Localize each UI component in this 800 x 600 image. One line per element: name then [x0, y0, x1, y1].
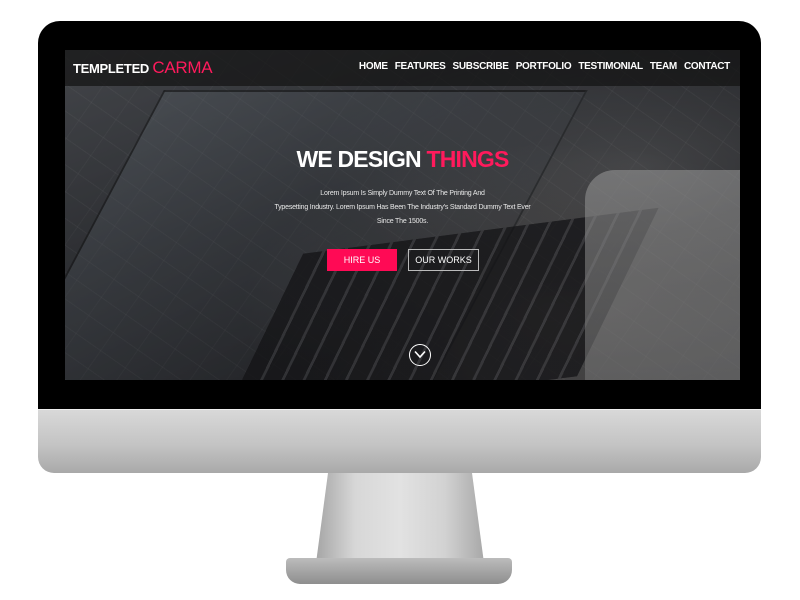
hero-description-line: Since The 1500s. [376, 218, 429, 225]
hire-us-button[interactable]: HIRE US [327, 249, 397, 271]
hero-description-line: Typesetting Industry. Lorem Ipsum Has Be… [274, 204, 531, 211]
nav-menu: HOME FEATURES SUBSCRIBE PORTFOLIO TESTIM… [359, 61, 730, 72]
our-works-button[interactable]: OUR WORKS [408, 249, 479, 271]
monitor-chin [38, 409, 761, 473]
monitor-stand-base [286, 558, 512, 584]
nav-item-subscribe[interactable]: SUBSCRIBE [452, 61, 509, 72]
hero-title-main: WE DESIGN [296, 146, 421, 172]
logo-name: CARMA [152, 58, 213, 77]
hero-description-line: Lorem Ipsum Is Simply Dummy Text Of The … [320, 190, 485, 197]
nav-item-home[interactable]: HOME [359, 61, 388, 72]
hero-title-accent: THINGS [426, 146, 509, 172]
nav-item-contact[interactable]: CONTACT [684, 61, 730, 72]
nav-item-testimonial[interactable]: TESTIMONIAL [578, 61, 643, 72]
nav-item-team[interactable]: TEAM [650, 61, 677, 72]
chevron-down-icon [414, 350, 426, 359]
scroll-down-button[interactable] [409, 344, 431, 366]
logo-prefix: TEMPLETED [73, 61, 150, 76]
nav-item-features[interactable]: FEATURES [395, 61, 446, 72]
website-screen: TEMPLETED CARMA HOME FEATURES SUBSCRIBE … [65, 50, 740, 380]
hero-description: Lorem Ipsum Is Simply Dummy Text Of The … [265, 187, 540, 229]
navbar: TEMPLETED CARMA HOME FEATURES SUBSCRIBE … [65, 50, 740, 86]
nav-item-portfolio[interactable]: PORTFOLIO [516, 61, 572, 72]
hero-title: WE DESIGN THINGS [65, 146, 740, 173]
site-logo[interactable]: TEMPLETED CARMA [73, 58, 213, 78]
